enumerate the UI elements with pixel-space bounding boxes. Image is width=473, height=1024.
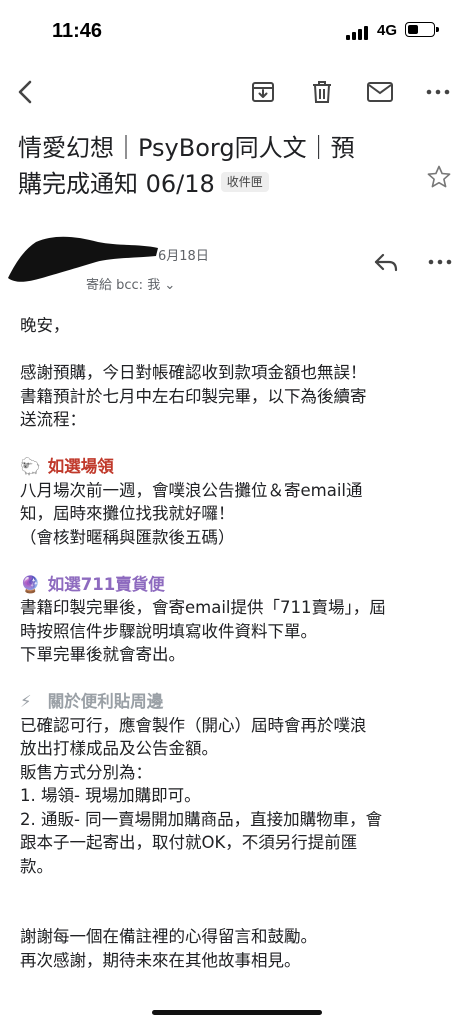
section-line: 八月場次前一週，會噗浪公告攤位＆寄email通: [20, 480, 363, 500]
email-date: 6月18日: [158, 249, 209, 264]
section-line: 款。: [20, 856, 53, 876]
trash-icon[interactable]: [306, 76, 338, 108]
sheep-icon: 🐑: [20, 457, 41, 476]
section-line: 2. 通販- 同一賣場開加購商品，直接加購物車，會: [20, 809, 383, 829]
section-line: 放出打樣成品及公告金額。: [20, 739, 218, 758]
archive-icon[interactable]: [247, 76, 279, 108]
mail-icon[interactable]: [364, 76, 396, 108]
section-sticky-title: ⚡ 關於便利貼周邊: [20, 690, 460, 714]
signal-icon: [346, 24, 372, 40]
email-subject: 情愛幻想｜PsyBorg同人文｜預 購完成通知 06/18 收件匣: [18, 130, 413, 202]
inbox-label-chip[interactable]: 收件匣: [220, 172, 269, 192]
email-toolbar: [0, 68, 473, 116]
intro-line: 感謝預購，今日對帳確認收到款項金額也無誤！: [20, 363, 367, 382]
network-type: 4G: [377, 22, 398, 39]
intro-line: 送流程：: [20, 410, 86, 429]
section-line: 跟本子一起寄出，取付就OK，不須另行提前匯: [20, 833, 358, 852]
section-line: 書籍印製完畢後，會寄email提供「711賣場」，屆: [20, 598, 386, 617]
star-icon[interactable]: [426, 164, 452, 190]
section-pickup-title: 🐑 如選場領: [20, 455, 460, 479]
crystal-ball-icon: 🔮: [20, 574, 41, 594]
back-arrow-icon[interactable]: [10, 76, 42, 108]
closing-line: 再次感謝，期待未來在其他故事相見。: [20, 950, 301, 970]
reply-icon[interactable]: [370, 246, 402, 278]
section-711-title: 🔮 如選711賣貨便: [20, 573, 460, 597]
section-line: 1. 場領- 現場加購即可。: [20, 786, 201, 805]
message-more-icon[interactable]: [424, 246, 456, 278]
intro-line: 書籍預計於七月中左右印製完畢，以下為後續寄: [20, 386, 367, 406]
section-line: 知，屆時來攤位找我就好囉！: [20, 504, 235, 523]
status-bar: 11:46 4G: [0, 0, 473, 60]
lightning-icon: ⚡: [20, 692, 32, 711]
greeting: 晚安，: [20, 316, 70, 335]
section-line: 下單完畢後就會寄出。: [20, 645, 185, 664]
subject-line-2: 購完成通知 06/18: [18, 170, 215, 198]
section-line: （會核對暱稱與匯款後五碼）: [20, 527, 235, 547]
section-line: 已確認可行，應會製作（開心）屆時會再於噗浪: [20, 715, 367, 735]
home-indicator[interactable]: [152, 1010, 322, 1015]
subject-line-1: 情愛幻想｜PsyBorg同人文｜預: [18, 134, 355, 162]
more-horizontal-icon[interactable]: [422, 76, 454, 108]
battery-icon: [405, 22, 439, 37]
recipients-toggle[interactable]: 寄給 bcc: 我 ⌄: [86, 274, 175, 293]
section-line: 販售方式分別為：: [20, 762, 152, 782]
status-time: 11:46: [52, 20, 103, 42]
closing-line: 謝謝每一個在備註裡的心得留言和鼓勵。: [20, 927, 317, 946]
section-line: 時按照信件步驟說明填寫收件資料下單。: [20, 621, 317, 641]
email-body: 晚安， 感謝預購，今日對帳確認收到款項金額也無誤！ 書籍預計於七月中左右印製完畢…: [20, 314, 460, 972]
